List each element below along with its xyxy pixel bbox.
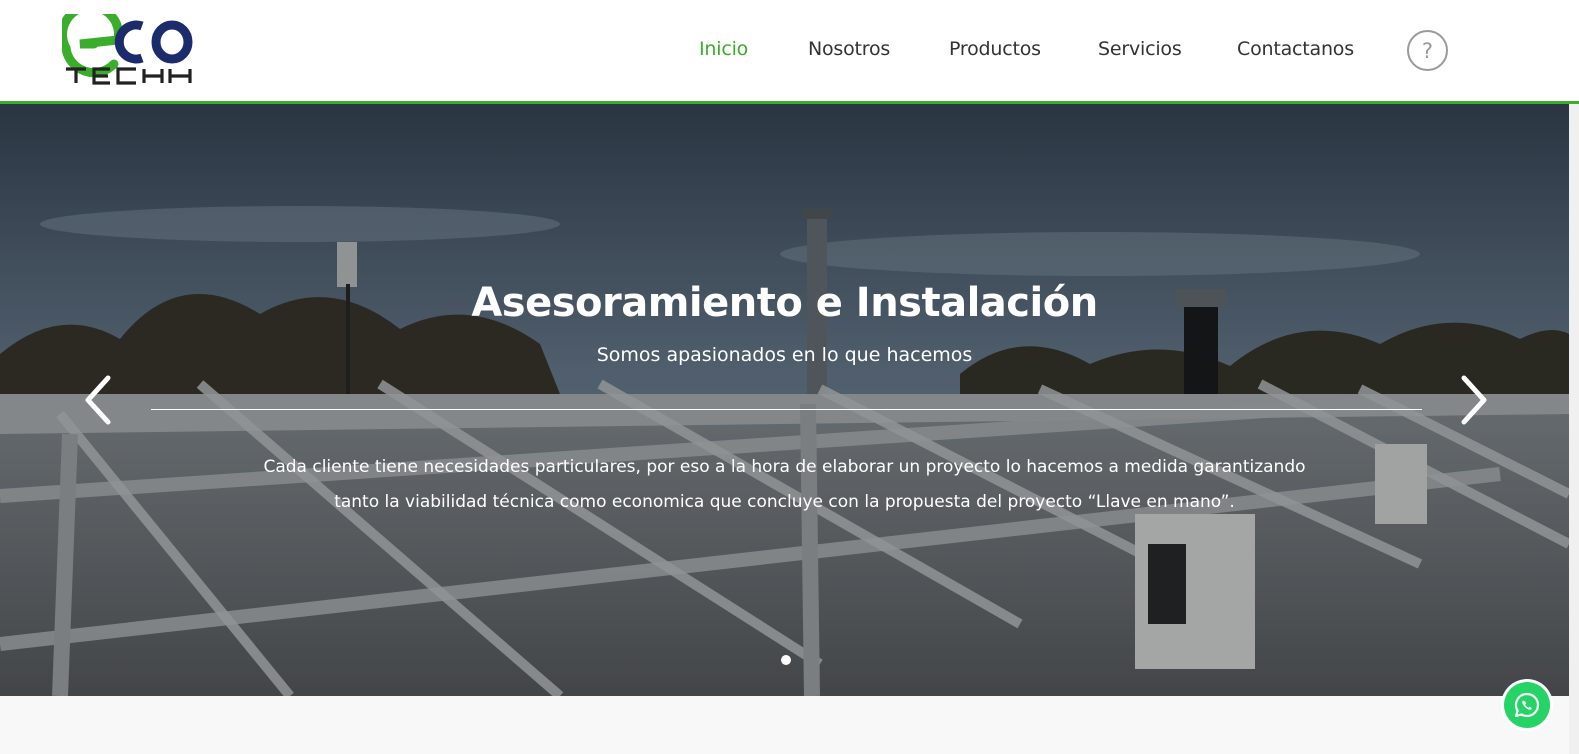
nav-item-servicios[interactable]: Servicios [1098, 38, 1182, 60]
chevron-right-icon [1461, 375, 1487, 425]
hero-overlay [0, 104, 1569, 696]
carousel-prev-button[interactable] [82, 374, 114, 426]
hero-divider [151, 409, 1422, 410]
hero-title: Asesoramiento e Instalación [471, 280, 1098, 326]
carousel-indicator-1[interactable] [781, 655, 791, 665]
nav-item-contactanos[interactable]: Contactanos [1237, 38, 1354, 60]
navbar: Inicio Nosotros Productos Servicios Cont… [0, 0, 1579, 104]
carousel-indicators [781, 652, 791, 665]
whatsapp-button[interactable] [1504, 682, 1550, 728]
help-button[interactable]: ? [1407, 30, 1448, 71]
whatsapp-icon [1514, 692, 1540, 718]
nav-item-nosotros[interactable]: Nosotros [808, 38, 890, 60]
nav-item-productos[interactable]: Productos [949, 38, 1041, 60]
carousel-next-button[interactable] [1458, 374, 1490, 426]
main-nav: Inicio Nosotros Productos Servicios Cont… [0, 38, 1579, 66]
nav-item-inicio[interactable]: Inicio [699, 38, 748, 60]
hero-description: Cada cliente tiene necesidades particula… [263, 457, 1306, 512]
question-circle-icon: ? [1421, 38, 1434, 63]
hero-carousel: Asesoramiento e Instalación Somos apasio… [0, 104, 1569, 696]
page-scrollbar[interactable] [1569, 104, 1579, 754]
hero-subtitle: Somos apasionados en lo que hacemos [596, 344, 973, 366]
chevron-left-icon [85, 375, 111, 425]
